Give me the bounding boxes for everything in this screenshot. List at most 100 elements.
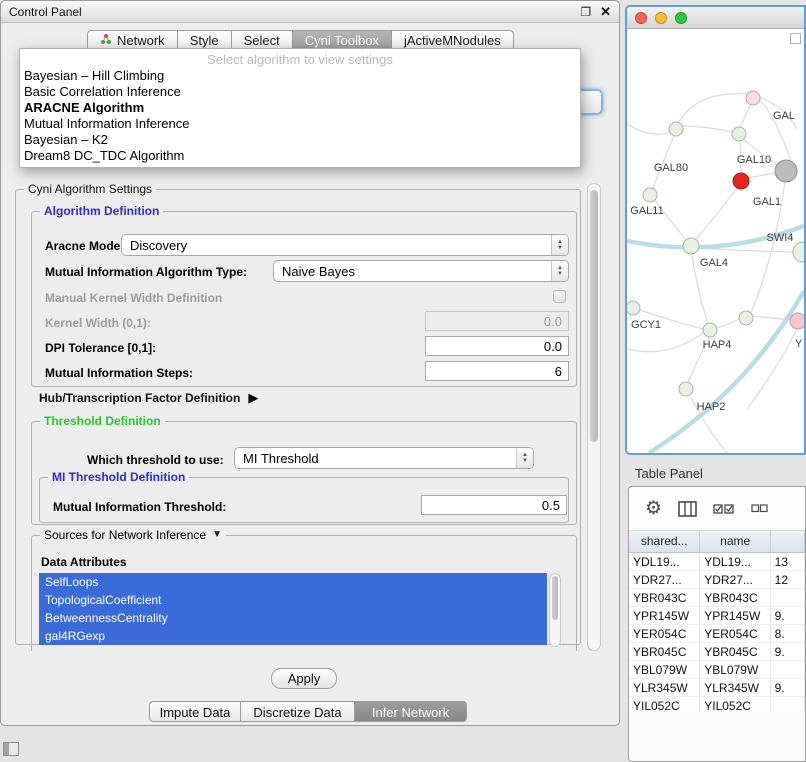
attribute-selfloops[interactable]: SelfLoops (39, 573, 547, 591)
mi-algorithm-type-select[interactable]: Naive Bayes ▲▼ (273, 260, 569, 282)
node-pink-top[interactable] (746, 91, 760, 105)
mi-algorithm-type-label: Mutual Information Algorithm Type: (45, 265, 247, 279)
manual-kernel-width-checkbox[interactable] (553, 290, 566, 303)
mi-threshold-field[interactable] (421, 495, 567, 515)
node-gal80[interactable] (669, 122, 683, 136)
which-threshold-select[interactable]: MI Threshold ▲▼ (234, 447, 534, 469)
close-traffic-light[interactable] (635, 12, 647, 24)
table-row[interactable]: YBR045CYBR045C9. (629, 643, 805, 661)
zoom-traffic-light[interactable] (675, 12, 687, 24)
table-row[interactable]: YDL19...YDL19...13 (629, 553, 805, 571)
node-red[interactable] (733, 173, 749, 189)
column-header-shared[interactable]: shared... (629, 531, 700, 552)
node-gray[interactable] (775, 160, 797, 182)
mi-steps-field[interactable] (425, 361, 569, 381)
node-gal10[interactable] (732, 127, 746, 141)
apply-button[interactable]: Apply (271, 668, 337, 689)
table-cell: 8. (771, 625, 805, 643)
bottom-tab-discretize-data[interactable]: Discretize Data (241, 701, 355, 722)
float-window-icon[interactable]: ❐ (580, 5, 591, 19)
node-gal4[interactable] (683, 238, 699, 254)
network-edge[interactable] (682, 126, 732, 132)
node-label-gal11: GAL11 (630, 205, 663, 217)
settings-scrollbar[interactable] (587, 183, 601, 651)
expand-right-icon[interactable]: ▶ (248, 392, 258, 404)
tab-label: jActiveMNodules (404, 33, 501, 48)
scrollbar-thumb[interactable] (552, 576, 558, 620)
show-panel-icon[interactable] (3, 742, 19, 756)
table-cell: YDR27... (700, 571, 770, 589)
algorithm-option-dream8-dc-tdc-algorithm[interactable]: Dream8 DC_TDC Algorithm (20, 148, 580, 164)
bottom-tab-infer-network[interactable]: Infer Network (355, 701, 467, 722)
node-gal11[interactable] (643, 188, 657, 202)
gear-icon[interactable]: ⚙ (645, 499, 662, 518)
node-pink-right[interactable] (790, 313, 804, 329)
control-panel-titlebar[interactable]: Control Panel ❐ ✕ (1, 1, 619, 23)
network-canvas[interactable]: GALGAL80GAL10GAL1GAL11SWI4GAL4GCY1HAP4HA… (627, 29, 804, 453)
network-edge-highlighted[interactable] (649, 291, 804, 453)
table-row[interactable]: YLR345WYLR345W9. (629, 679, 805, 697)
tab-label: Network (117, 33, 165, 48)
node-hap2[interactable] (679, 382, 693, 396)
attributes-list-scrollbar[interactable] (549, 573, 561, 647)
network-edge[interactable] (717, 319, 739, 328)
attribute-betweennesscentrality[interactable]: BetweennessCentrality (39, 609, 547, 627)
algorithm-option-bayesian-hill-climbing[interactable]: Bayesian – Hill Climbing (20, 68, 580, 84)
network-window-titlebar[interactable] (627, 7, 804, 29)
sources-group-title[interactable]: Sources for Network Inference ▼ (40, 528, 226, 542)
dpi-tolerance-label: DPI Tolerance [0,1]: (45, 341, 156, 355)
network-edge[interactable] (740, 104, 751, 128)
algorithm-option-basic-correlation-inference[interactable]: Basic Correlation Inference (20, 84, 580, 100)
node-label-gal1: GAL1 (753, 196, 781, 208)
table-row[interactable]: YDR27...YDR27...12 (629, 571, 805, 589)
network-edge[interactable] (748, 173, 775, 178)
table-cell: YDR27... (629, 571, 700, 589)
table-toolbar: ⚙ (629, 487, 805, 531)
node-gcy1[interactable] (627, 301, 640, 315)
table-cell: YDL19... (700, 553, 770, 571)
algorithm-option-mutual-information-inference[interactable]: Mutual Information Inference (20, 116, 580, 132)
column-header-3[interactable] (771, 531, 805, 552)
bottom-tab-impute-data[interactable]: Impute Data (149, 701, 241, 722)
table-header-row: shared...name (629, 531, 805, 553)
network-edge[interactable] (679, 94, 746, 122)
table-row[interactable]: YBR043CYBR043C (629, 589, 805, 607)
close-window-icon[interactable]: ✕ (600, 4, 611, 20)
columns-icon[interactable] (678, 501, 697, 517)
table-cell: YER054C (629, 625, 700, 643)
dpi-tolerance-field[interactable] (425, 336, 569, 356)
node-hap4[interactable] (703, 323, 717, 337)
combo-stepper-icon: ▲▼ (551, 235, 568, 255)
table-row[interactable]: YPR145WYPR145W9. (629, 607, 805, 625)
hub-transcription-factor-expander[interactable]: Hub/Transcription Factor Definition ▶ (39, 391, 258, 405)
aracne-mode-label: Aracne Mode: (45, 239, 124, 253)
table-row[interactable]: YBL079WYBL079W (629, 661, 805, 679)
mi-threshold-label: Mutual Information Threshold: (53, 500, 226, 514)
bottom-tab-bar: Impute DataDiscretize DataInfer Network (149, 701, 467, 722)
node-mid[interactable] (739, 311, 753, 325)
column-header-name[interactable]: name (700, 531, 771, 552)
network-scroll-box[interactable] (790, 33, 801, 44)
attribute-gal4rgexp[interactable]: gal4RGexp (39, 627, 547, 645)
checked-boxes-icon[interactable] (713, 503, 735, 515)
table-cell: 12 (771, 571, 805, 589)
kernel-width-label: Kernel Width (0,1): (45, 316, 151, 330)
network-edge[interactable] (627, 333, 703, 352)
kernel-width-field (425, 311, 569, 331)
algorithm-option-bayesian-k2[interactable]: Bayesian – K2 (20, 132, 580, 148)
table-body: YDL19...YDL19...13YDR27...YDR27...12YBR0… (629, 553, 805, 711)
network-edge[interactable] (627, 124, 669, 134)
table-row[interactable]: YER054CYER054C8. (629, 625, 805, 643)
attribute-topologicalcoefficient[interactable]: TopologicalCoefficient (39, 591, 547, 609)
algorithm-option-aracne-algorithm[interactable]: ARACNE Algorithm (20, 100, 580, 116)
minimize-traffic-light[interactable] (655, 12, 667, 24)
table-row[interactable]: YIL052CYIL052C (629, 697, 805, 711)
node-swi4[interactable] (793, 242, 804, 262)
window-title: Control Panel (9, 5, 82, 19)
algorithm-dropdown-popup: Select algorithm to view settings Bayesi… (19, 48, 581, 168)
collapse-down-icon[interactable]: ▼ (212, 528, 222, 542)
aracne-mode-select[interactable]: Discovery ▲▼ (121, 234, 569, 256)
scrollbar-thumb[interactable] (590, 190, 598, 442)
network-edge[interactable] (696, 188, 737, 239)
unchecked-boxes-icon[interactable] (751, 504, 768, 513)
